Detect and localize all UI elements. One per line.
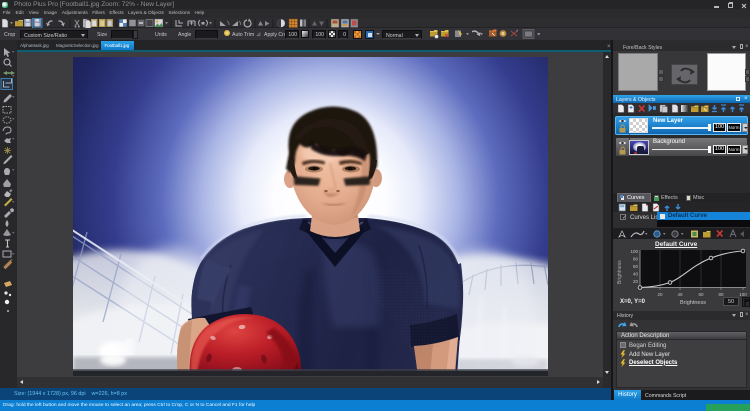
svg-text:100: 100 — [630, 249, 638, 254]
svg-text:40: 40 — [677, 292, 683, 297]
svg-text:Brightness: Brightness — [617, 260, 623, 284]
svg-text:40: 40 — [633, 272, 639, 277]
svg-text:60: 60 — [633, 264, 639, 269]
svg-text:Brightness: Brightness — [680, 300, 706, 306]
svg-text:20: 20 — [657, 292, 663, 297]
svg-text:60: 60 — [698, 292, 704, 297]
svg-text:20: 20 — [633, 279, 639, 284]
svg-text:80: 80 — [633, 257, 639, 262]
